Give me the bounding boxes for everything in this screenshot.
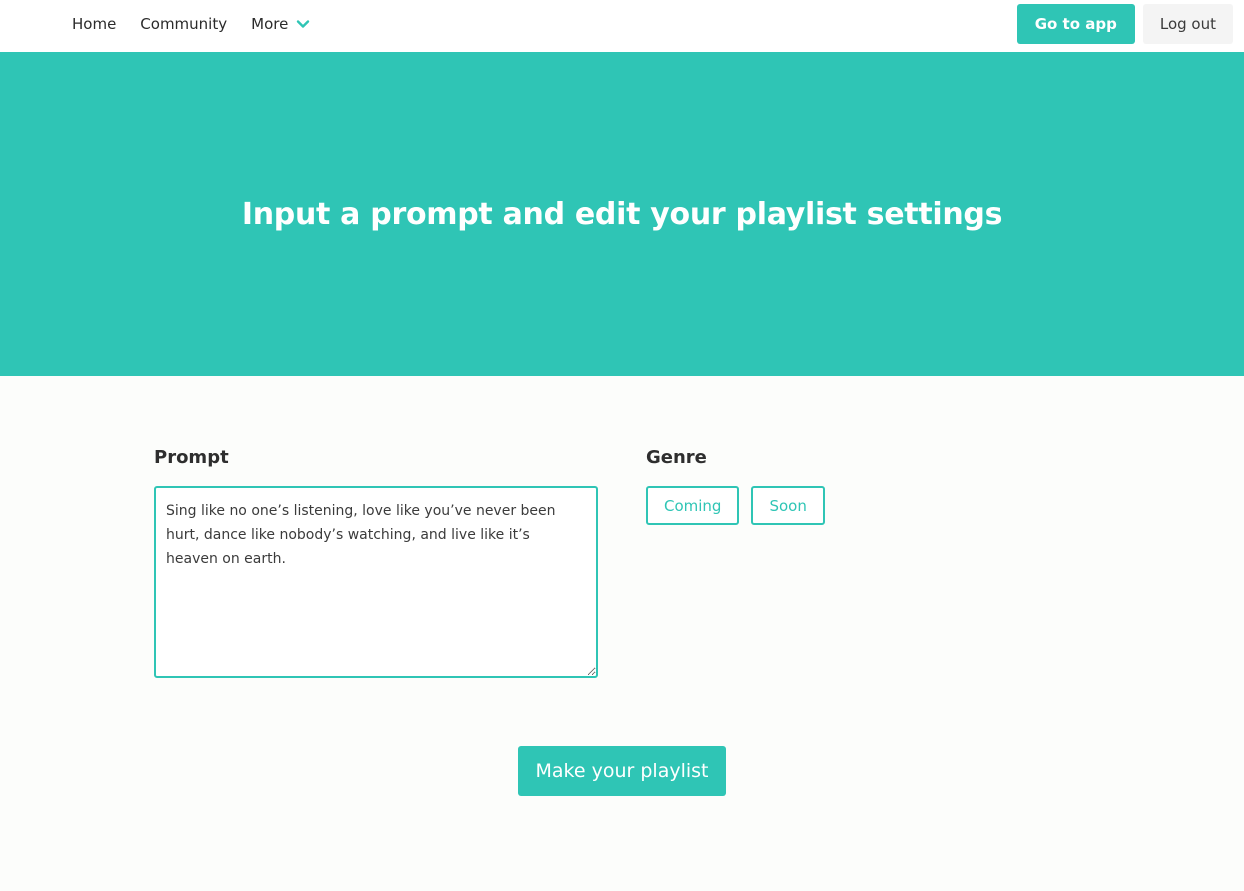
hero-banner: Input a prompt and edit your playlist se… <box>0 52 1244 376</box>
chevron-down-icon <box>297 20 310 28</box>
nav-links: Home Community More <box>60 0 322 48</box>
nav-link-community[interactable]: Community <box>128 15 239 33</box>
genre-option-coming[interactable]: Coming <box>646 486 740 525</box>
nav-actions: Go to app Log out <box>1016 4 1233 44</box>
nav-link-home[interactable]: Home <box>60 15 128 33</box>
genre-option-soon[interactable]: Soon <box>751 486 825 525</box>
go-to-app-button[interactable]: Go to app <box>1016 4 1135 44</box>
prompt-label: Prompt <box>154 447 229 468</box>
genre-label: Genre <box>646 447 707 468</box>
page-title: Input a prompt and edit your playlist se… <box>241 196 1003 232</box>
log-out-button[interactable]: Log out <box>1142 4 1233 44</box>
top-navbar: Home Community More Go to app Log out <box>0 0 1244 52</box>
make-playlist-button[interactable]: Make your playlist <box>518 746 726 796</box>
prompt-textarea[interactable]: Sing like no one’s listening, love like … <box>154 486 598 678</box>
nav-link-more[interactable]: More <box>239 15 322 33</box>
nav-link-more-label: More <box>251 15 289 33</box>
genre-options: Coming Soon <box>646 486 825 525</box>
